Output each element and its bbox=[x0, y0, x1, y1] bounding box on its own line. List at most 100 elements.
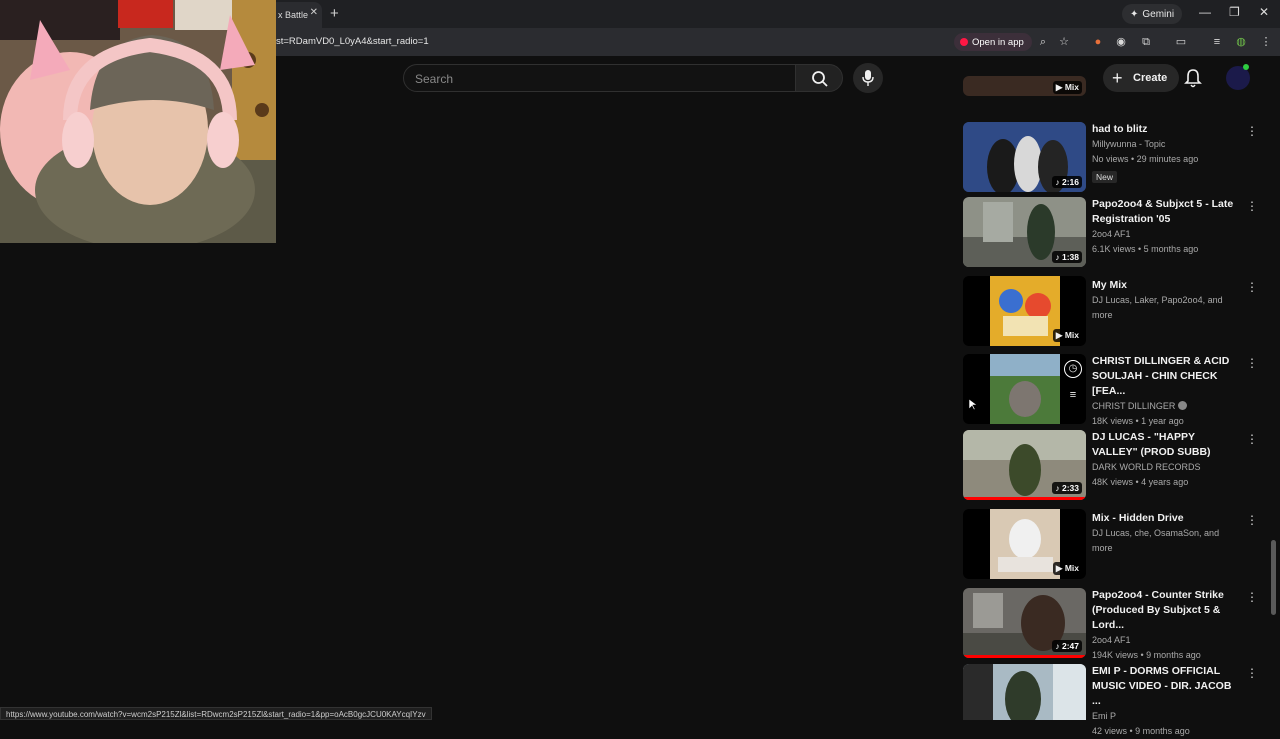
video-thumbnail[interactable]: ▶ Mix bbox=[963, 76, 1086, 96]
zoom-icon[interactable]: ⌕ bbox=[1036, 35, 1050, 49]
channel-name[interactable]: DJ Lucas, che, OsamaSon, and more bbox=[1092, 526, 1242, 556]
duration-text: 2:16 bbox=[1061, 177, 1079, 187]
more-options-icon[interactable]: ⋮ bbox=[1246, 513, 1258, 527]
mix-label: Mix bbox=[1064, 330, 1079, 340]
duration-badge: ♪ 1:38 bbox=[1052, 251, 1082, 263]
extension-icon[interactable]: ◉ bbox=[1114, 35, 1128, 49]
media-controls-icon[interactable]: ≡ bbox=[1210, 35, 1224, 49]
microphone-icon bbox=[862, 70, 874, 86]
mix-badge: ▶ Mix bbox=[1052, 562, 1082, 575]
recommendation-item[interactable]: ♪ 2:47 Papo2oo4 - Counter Strike (Produc… bbox=[963, 588, 1263, 660]
close-tab-icon[interactable]: ✕ bbox=[310, 7, 318, 18]
recommendation-item[interactable]: ▶ Mix bbox=[963, 76, 1263, 96]
video-title[interactable]: My Mix bbox=[1092, 278, 1242, 293]
duration-text: 2:33 bbox=[1061, 483, 1079, 493]
search-button[interactable] bbox=[795, 64, 843, 92]
video-title[interactable]: Mix - Hidden Drive bbox=[1092, 511, 1242, 526]
video-meta: DJ LUCAS - "HAPPY VALLEY" (PROD SUBB) DA… bbox=[1092, 430, 1242, 490]
status-bar-url: https://www.youtube.com/watch?v=wcm2sP21… bbox=[0, 707, 432, 720]
video-stats: 194K views • 9 months ago bbox=[1092, 650, 1201, 660]
search-input[interactable]: Search bbox=[403, 64, 796, 92]
gemini-button[interactable]: ✦ Gemini bbox=[1122, 4, 1183, 24]
channel-name[interactable]: Emi P bbox=[1092, 709, 1242, 724]
channel-name[interactable]: 2oo4 AF1 bbox=[1092, 227, 1242, 242]
video-thumbnail[interactable]: ♪ 2:16 bbox=[963, 122, 1086, 192]
video-meta: had to blitz Millywunna - Topic No views… bbox=[1092, 122, 1242, 185]
video-title[interactable]: DJ LUCAS - "HAPPY VALLEY" (PROD SUBB) bbox=[1092, 430, 1242, 460]
close-window-icon[interactable]: ✕ bbox=[1259, 5, 1269, 19]
video-title[interactable]: Papo2oo4 & Subjxct 5 - Late Registration… bbox=[1092, 197, 1242, 227]
duration-badge: ♪ 2:16 bbox=[1052, 176, 1082, 188]
more-options-icon[interactable]: ⋮ bbox=[1246, 356, 1258, 370]
mix-label: Mix bbox=[1064, 563, 1079, 573]
more-options-icon[interactable]: ⋮ bbox=[1246, 124, 1258, 138]
new-tab-icon[interactable]: + bbox=[330, 5, 339, 22]
video-thumbnail[interactable]: ♪ 2:47 bbox=[963, 588, 1086, 658]
watch-progress bbox=[963, 497, 1086, 500]
open-in-app-label: Open in app bbox=[972, 36, 1024, 48]
more-options-icon[interactable]: ⋮ bbox=[1246, 280, 1258, 294]
url-field[interactable]: st=RDamVD0_L0yA4&start_radio=1 bbox=[276, 36, 429, 47]
recommendation-item[interactable]: ♪ 1:38 Papo2oo4 & Subjxct 5 - Late Regis… bbox=[963, 197, 1263, 267]
recommendation-item[interactable]: ♪ 2:16 had to blitz Millywunna - Topic N… bbox=[963, 122, 1263, 192]
browser-tab[interactable]: x Battle ✕ bbox=[270, 2, 322, 28]
duration-badge: ♪ 2:47 bbox=[1052, 640, 1082, 652]
channel-name[interactable]: CHRIST DILLINGER bbox=[1092, 399, 1242, 414]
watch-later-icon[interactable]: ◷ bbox=[1064, 360, 1082, 378]
webcam-image bbox=[0, 0, 276, 243]
duration-text: 2:47 bbox=[1061, 641, 1079, 651]
extensions-puzzle-icon[interactable]: ⧉ bbox=[1139, 35, 1153, 49]
channel-name[interactable]: Millywunna - Topic bbox=[1092, 137, 1242, 152]
video-thumbnail[interactable]: ▶ Mix bbox=[963, 276, 1086, 346]
restore-icon[interactable]: ❐ bbox=[1229, 5, 1240, 19]
video-meta: Papo2oo4 - Counter Strike (Produced By S… bbox=[1092, 588, 1242, 663]
recommendation-item[interactable]: ▶ Mix My Mix DJ Lucas, Laker, Papo2oo4, … bbox=[963, 276, 1263, 348]
voice-search-button[interactable] bbox=[853, 63, 883, 93]
recommendation-item[interactable]: EMI P - DORMS OFFICIAL MUSIC VIDEO - DIR… bbox=[963, 664, 1263, 736]
channel-name[interactable]: DARK WORLD RECORDS bbox=[1092, 460, 1242, 475]
gemini-label: Gemini bbox=[1142, 8, 1175, 20]
video-thumbnail[interactable]: ▶ Mix bbox=[963, 509, 1086, 579]
recommendation-item[interactable]: ◷ ≡ CHRIST DILLINGER & ACID SOULJAH - CH… bbox=[963, 354, 1263, 426]
video-title[interactable]: had to blitz bbox=[1092, 122, 1242, 137]
cast-icon[interactable]: ▭ bbox=[1174, 35, 1188, 49]
browser-menu-icon[interactable]: ⋮ bbox=[1259, 35, 1273, 49]
video-title[interactable]: EMI P - DORMS OFFICIAL MUSIC VIDEO - DIR… bbox=[1092, 664, 1242, 709]
recommendation-item[interactable]: ▶ Mix Mix - Hidden Drive DJ Lucas, che, … bbox=[963, 509, 1263, 581]
video-meta: EMI P - DORMS OFFICIAL MUSIC VIDEO - DIR… bbox=[1092, 664, 1242, 739]
video-thumbnail[interactable] bbox=[963, 664, 1086, 720]
new-badge: New bbox=[1092, 171, 1118, 183]
add-to-queue-icon[interactable]: ≡ bbox=[1064, 386, 1082, 404]
recommendation-item[interactable]: ♪ 2:33 DJ LUCAS - "HAPPY VALLEY" (PROD S… bbox=[963, 430, 1263, 500]
bookmark-star-icon[interactable]: ☆ bbox=[1057, 35, 1071, 49]
video-title[interactable]: Papo2oo4 - Counter Strike (Produced By S… bbox=[1092, 588, 1242, 633]
mix-badge: ▶ Mix bbox=[1052, 81, 1082, 94]
search-icon bbox=[812, 71, 828, 87]
minimize-icon[interactable]: — bbox=[1199, 5, 1211, 19]
mix-label: Mix bbox=[1064, 82, 1079, 92]
search-placeholder: Search bbox=[415, 72, 454, 86]
video-thumbnail[interactable]: ◷ ≡ bbox=[963, 354, 1086, 424]
video-thumbnail[interactable]: ♪ 1:38 bbox=[963, 197, 1086, 267]
video-meta: Mix - Hidden Drive DJ Lucas, che, OsamaS… bbox=[1092, 511, 1242, 556]
webcam-overlay bbox=[0, 0, 276, 243]
channel-name[interactable]: DJ Lucas, Laker, Papo2oo4, and more bbox=[1092, 293, 1242, 323]
more-options-icon[interactable]: ⋮ bbox=[1246, 666, 1258, 680]
extension-icon[interactable]: ● bbox=[1091, 35, 1105, 49]
video-title[interactable]: CHRIST DILLINGER & ACID SOULJAH - CHIN C… bbox=[1092, 354, 1242, 399]
thumbnail-image bbox=[963, 664, 1086, 720]
scrollbar-thumb[interactable] bbox=[1271, 540, 1276, 615]
open-in-app-button[interactable]: Open in app bbox=[954, 33, 1032, 51]
more-options-icon[interactable]: ⋮ bbox=[1246, 432, 1258, 446]
channel-name[interactable]: 2oo4 AF1 bbox=[1092, 633, 1242, 648]
mix-badge: ▶ Mix bbox=[1052, 329, 1082, 342]
tab-title: x Battle bbox=[278, 10, 309, 20]
video-meta: CHRIST DILLINGER & ACID SOULJAH - CHIN C… bbox=[1092, 354, 1242, 429]
more-options-icon[interactable]: ⋮ bbox=[1246, 199, 1258, 213]
video-meta: My Mix DJ Lucas, Laker, Papo2oo4, and mo… bbox=[1092, 278, 1242, 323]
video-thumbnail[interactable]: ♪ 2:33 bbox=[963, 430, 1086, 500]
verified-icon bbox=[1178, 401, 1188, 410]
more-options-icon[interactable]: ⋮ bbox=[1246, 590, 1258, 604]
video-stats: 42 views • 9 months ago bbox=[1092, 726, 1190, 736]
profile-icon[interactable]: ◍ bbox=[1234, 35, 1248, 49]
